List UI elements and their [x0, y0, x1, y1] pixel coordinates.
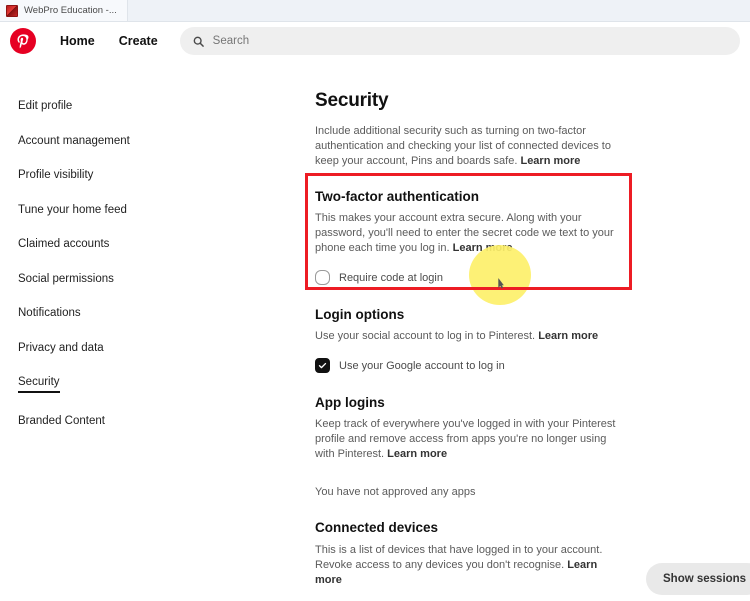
nav-create[interactable]: Create — [107, 28, 170, 54]
browser-tab[interactable]: WebPro Education -... — [0, 0, 128, 21]
sidebar-item-tune-your-home-feed[interactable]: Tune your home feed — [18, 203, 127, 217]
login-options-description: Use your social account to log in to Pin… — [315, 329, 620, 344]
app-logins-description: Keep track of everywhere you've logged i… — [315, 417, 620, 462]
app-logins-section: App logins Keep track of everywhere you'… — [315, 395, 635, 498]
sidebar-item-privacy-and-data[interactable]: Privacy and data — [18, 341, 104, 355]
sidebar-item-edit-profile[interactable]: Edit profile — [18, 99, 72, 113]
search-input[interactable] — [212, 35, 728, 47]
page-body: Edit profile Account management Profile … — [0, 60, 750, 601]
connected-devices-description: This is a list of devices that have logg… — [315, 543, 620, 588]
sidebar-item-claimed-accounts[interactable]: Claimed accounts — [18, 237, 109, 251]
connected-devices-row: This is a list of devices that have logg… — [315, 543, 750, 595]
require-code-at-login-checkbox[interactable] — [315, 270, 330, 285]
search-icon — [193, 36, 204, 47]
browser-chrome: WebPro Education -... — [0, 0, 750, 22]
sidebar-item-notifications[interactable]: Notifications — [18, 306, 81, 320]
chrome-empty-area — [127, 0, 750, 21]
require-code-at-login-label: Require code at login — [339, 271, 443, 284]
login-options-learn-more-link[interactable]: Learn more — [538, 330, 598, 342]
app-logins-status: You have not approved any apps — [315, 486, 476, 498]
sidebar-item-security[interactable]: Security — [18, 375, 60, 393]
sidebar-item-social-permissions[interactable]: Social permissions — [18, 272, 114, 286]
site-header: Home Create — [0, 22, 750, 60]
two-factor-description: This makes your account extra secure. Al… — [315, 211, 620, 256]
sidebar-item-account-management[interactable]: Account management — [18, 134, 130, 148]
show-sessions-button[interactable]: Show sessions — [646, 563, 750, 595]
app-logins-description-text: Keep track of everywhere you've logged i… — [315, 418, 616, 460]
two-factor-title: Two-factor authentication — [315, 189, 479, 204]
webpro-favicon-icon — [6, 4, 18, 17]
page-description-learn-more-link[interactable]: Learn more — [520, 155, 580, 167]
connected-devices-section: Connected devices This is a list of devi… — [315, 520, 750, 595]
app-logins-title: App logins — [315, 395, 385, 410]
check-icon — [318, 362, 327, 369]
settings-sidebar: Edit profile Account management Profile … — [0, 60, 300, 445]
click-highlight-blob — [469, 245, 531, 305]
sidebar-item-branded-content[interactable]: Branded Content — [18, 414, 105, 428]
page-description: Include additional security such as turn… — [315, 124, 620, 169]
sidebar-item-profile-visibility[interactable]: Profile visibility — [18, 168, 93, 182]
nav-home[interactable]: Home — [48, 28, 107, 54]
pinterest-logo-icon[interactable] — [10, 28, 36, 54]
security-settings-panel: Security Include additional security suc… — [300, 60, 750, 595]
google-login-row[interactable]: Use your Google account to log in — [315, 358, 635, 373]
browser-tab-title: WebPro Education -... — [24, 5, 117, 16]
page-title: Security — [315, 90, 389, 111]
search-bar[interactable] — [179, 27, 740, 55]
login-options-section: Login options Use your social account to… — [315, 307, 635, 373]
google-login-checkbox[interactable] — [315, 358, 330, 373]
connected-devices-description-text: This is a list of devices that have logg… — [315, 544, 603, 571]
login-options-title: Login options — [315, 307, 405, 322]
mouse-cursor-icon — [498, 278, 504, 289]
connected-devices-title: Connected devices — [315, 520, 439, 535]
google-login-label: Use your Google account to log in — [339, 359, 505, 372]
app-logins-learn-more-link[interactable]: Learn more — [387, 448, 447, 460]
login-options-description-text: Use your social account to log in to Pin… — [315, 330, 536, 342]
